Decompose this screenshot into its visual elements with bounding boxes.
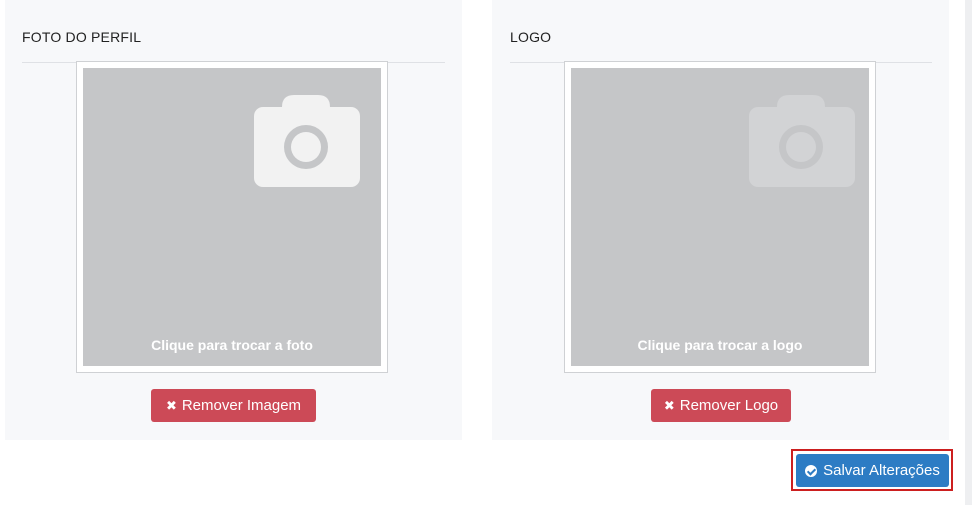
profile-photo-placeholder[interactable]: Clique para trocar a foto <box>83 68 381 366</box>
save-changes-button[interactable]: Salvar Alterações <box>796 454 949 487</box>
logo-upload-area[interactable]: Clique para trocar a logo <box>564 61 876 373</box>
camera-icon <box>749 95 855 187</box>
check-circle-icon <box>805 464 818 477</box>
logo-placeholder[interactable]: Clique para trocar a logo <box>571 68 869 366</box>
profile-photo-caption: Clique para trocar a foto <box>151 337 313 353</box>
page-scroll-edge <box>965 0 972 505</box>
remove-image-label: Remover Imagem <box>181 397 302 414</box>
remove-logo-button[interactable]: ✖ Remover Logo <box>651 389 791 422</box>
camera-icon <box>254 95 360 187</box>
logo-panel: LOGO Clique para trocar a logo ✖ Remover… <box>492 0 949 440</box>
times-icon: ✖ <box>165 398 177 413</box>
profile-photo-panel: FOTO DO PERFIL Clique para trocar a foto… <box>5 0 462 440</box>
times-icon: ✖ <box>663 398 675 413</box>
profile-photo-upload-area[interactable]: Clique para trocar a foto <box>76 61 388 373</box>
remove-image-button[interactable]: ✖ Remover Imagem <box>151 389 316 422</box>
remove-logo-label: Remover Logo <box>679 397 779 414</box>
profile-photo-title: FOTO DO PERFIL <box>22 29 142 45</box>
save-changes-label: Salvar Alterações <box>823 462 940 479</box>
logo-title: LOGO <box>510 29 552 45</box>
logo-caption: Clique para trocar a logo <box>637 337 803 353</box>
